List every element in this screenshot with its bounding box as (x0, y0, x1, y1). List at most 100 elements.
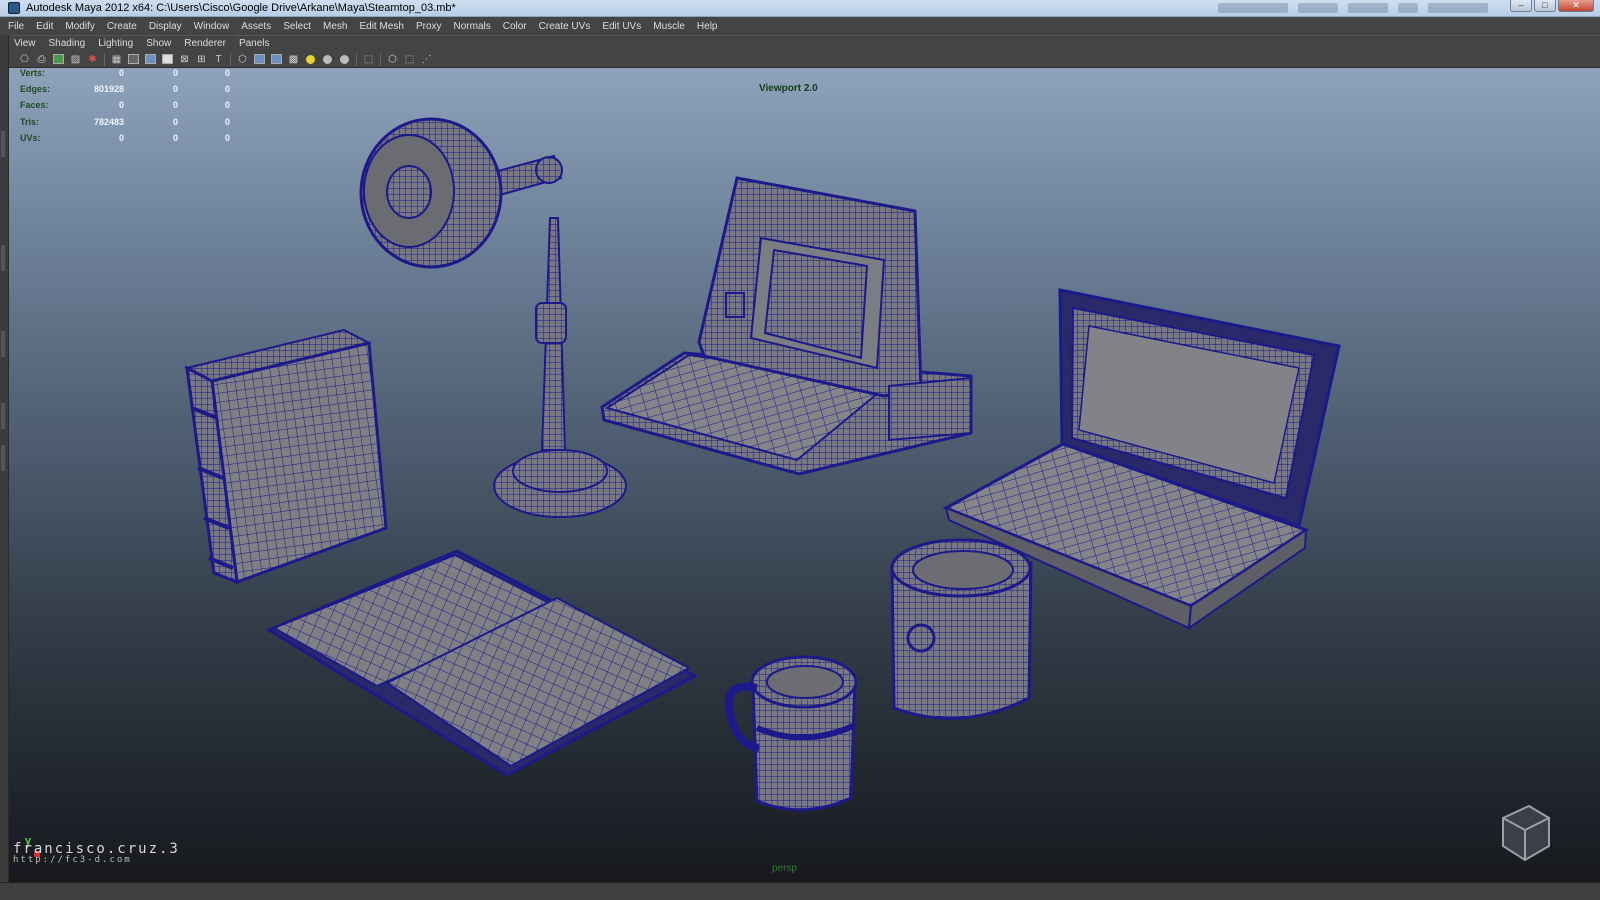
camera-icon[interactable]: ⎔ (18, 53, 31, 66)
toolbar-separator (230, 52, 231, 66)
gate-mask-icon[interactable] (161, 53, 174, 66)
open-book[interactable] (265, 549, 699, 777)
menu-modify[interactable]: Modify (65, 21, 94, 32)
menu-edit[interactable]: Edit (36, 21, 53, 32)
hud-value: 0 (118, 68, 124, 78)
isolate-select-icon[interactable]: ⬚ (362, 53, 375, 66)
menu-edit-mesh[interactable]: Edit Mesh (359, 21, 403, 32)
cup[interactable] (890, 538, 1033, 720)
menu-proxy[interactable]: Proxy (416, 21, 442, 32)
resolution-gate-icon[interactable] (144, 53, 157, 66)
menu-color[interactable]: Color (503, 21, 527, 32)
panel-menu-view[interactable]: View (14, 38, 36, 49)
main-menu-bar: File Edit Modify Create Display Window A… (0, 17, 1600, 35)
hud-value: 0 (172, 132, 178, 143)
panel-menu-renderer[interactable]: Renderer (184, 38, 226, 49)
toolbar-separator (104, 52, 105, 66)
maya-app: Autodesk Maya 2012 x64: C:\Users\Cisco\G… (0, 0, 1600, 900)
retro-computer[interactable] (600, 176, 973, 476)
view-cube-icon[interactable] (1502, 804, 1550, 862)
title-bar: Autodesk Maya 2012 x64: C:\Users\Cisco\G… (0, 0, 1600, 17)
panel-menu-shading[interactable]: Shading (49, 38, 86, 49)
hud-label: UVs: (20, 132, 41, 143)
panel-toolbar: ⎔ ⎙ ▨ ✱ ▦ ⊠ ⊞ T ⬡ ▩ ⬚ ⬡ ⬚ ⋰ (9, 51, 1600, 68)
menu-window[interactable]: Window (194, 21, 230, 32)
xray-icon[interactable]: ⬡ (386, 53, 399, 66)
hud-row-faces: Faces: 0 0 0 (20, 100, 240, 116)
hud-value: 0 (172, 84, 178, 95)
renderer-label: Viewport 2.0 (759, 83, 818, 94)
safe-action-icon[interactable]: ⊞ (195, 53, 208, 66)
hud-value: 0 (224, 132, 230, 143)
hud-label: Verts: (20, 68, 46, 78)
hud-value: 0 (118, 132, 124, 143)
hud-label: Tris: (20, 116, 40, 127)
window-controls: – □ ✕ (1510, 0, 1594, 12)
camera-attr-icon[interactable]: ⎙ (35, 53, 48, 66)
safe-title-icon[interactable]: T (212, 53, 225, 66)
menu-edit-uvs[interactable]: Edit UVs (602, 21, 641, 32)
grid-icon[interactable]: ▦ (110, 53, 123, 66)
menu-help[interactable]: Help (697, 21, 718, 32)
camera-label: persp (772, 863, 798, 874)
panel-menu-show[interactable]: Show (146, 38, 171, 49)
panel-menu-bar: View Shading Lighting Show Renderer Pane… (9, 35, 1600, 51)
menu-muscle[interactable]: Muscle (653, 21, 685, 32)
watermark: francisco.cruz.3 http://fc3-d.com (13, 841, 180, 865)
dock-tab[interactable] (1, 245, 5, 271)
xray-joints-icon[interactable]: ⬚ (403, 53, 416, 66)
field-chart-icon[interactable]: ⊠ (178, 53, 191, 66)
menu-display[interactable]: Display (149, 21, 182, 32)
panel-menu-panels[interactable]: Panels (239, 38, 270, 49)
hud-value: 0 (224, 100, 230, 111)
dock-tab[interactable] (1, 331, 5, 357)
hud-row-verts: Verts: 0 0 0 (20, 68, 240, 84)
shadows-icon[interactable] (321, 53, 334, 66)
poly-count-hud: Verts: 0 0 0 Edges: 801928 0 0 Faces: 0 … (20, 68, 240, 149)
menu-file[interactable]: File (8, 21, 24, 32)
toolbar-separator (380, 52, 381, 66)
ambient-occlusion-icon[interactable] (338, 53, 351, 66)
status-strip (0, 882, 1600, 900)
smooth-shade-icon[interactable] (253, 53, 266, 66)
hud-value: 0 (172, 116, 178, 127)
maya-app-icon (8, 2, 20, 14)
closed-book[interactable] (184, 328, 388, 585)
xray-components-icon[interactable]: ⋰ (420, 53, 433, 66)
hud-value: 0 (172, 68, 178, 78)
mug[interactable] (724, 655, 858, 812)
hud-row-edges: Edges: 801928 0 0 (20, 84, 240, 100)
panel-menu-lighting[interactable]: Lighting (98, 38, 133, 49)
menu-create[interactable]: Create (107, 21, 137, 32)
hud-value: 801928 (94, 84, 125, 95)
menu-select[interactable]: Select (283, 21, 311, 32)
wireframe-on-shaded-icon[interactable] (270, 53, 283, 66)
bookmark-icon[interactable] (52, 53, 65, 66)
wireframe-icon[interactable]: ⬡ (236, 53, 249, 66)
hud-row-uvs: UVs: 0 0 0 (20, 133, 240, 149)
dock-tab[interactable] (1, 445, 5, 471)
use-all-lights-icon[interactable] (304, 53, 317, 66)
dock-tab[interactable] (1, 403, 5, 429)
menu-normals[interactable]: Normals (454, 21, 491, 32)
hud-value: 0 (118, 100, 124, 111)
close-icon[interactable]: ✕ (1558, 0, 1594, 12)
viewport-panel[interactable]: Verts: 0 0 0 Edges: 801928 0 0 Faces: 0 … (9, 68, 1600, 882)
hud-label: Faces: (20, 100, 49, 111)
hud-value: 0 (224, 68, 230, 78)
desk-lamp[interactable] (359, 117, 627, 518)
maximize-icon[interactable]: □ (1534, 0, 1556, 12)
hud-label: Edges: (20, 84, 51, 95)
menu-mesh[interactable]: Mesh (323, 21, 347, 32)
scene-view[interactable] (9, 68, 1600, 882)
menu-assets[interactable]: Assets (241, 21, 271, 32)
dock-tab[interactable] (1, 131, 5, 157)
minimize-icon[interactable]: – (1510, 0, 1532, 12)
image-plane-icon[interactable]: ▨ (69, 53, 82, 66)
hud-value: 782483 (94, 116, 125, 127)
hud-value: 0 (224, 84, 230, 95)
menu-create-uvs[interactable]: Create UVs (539, 21, 591, 32)
2d-pan-icon[interactable]: ✱ (86, 53, 99, 66)
film-gate-icon[interactable] (127, 53, 140, 66)
textured-icon[interactable]: ▩ (287, 53, 300, 66)
